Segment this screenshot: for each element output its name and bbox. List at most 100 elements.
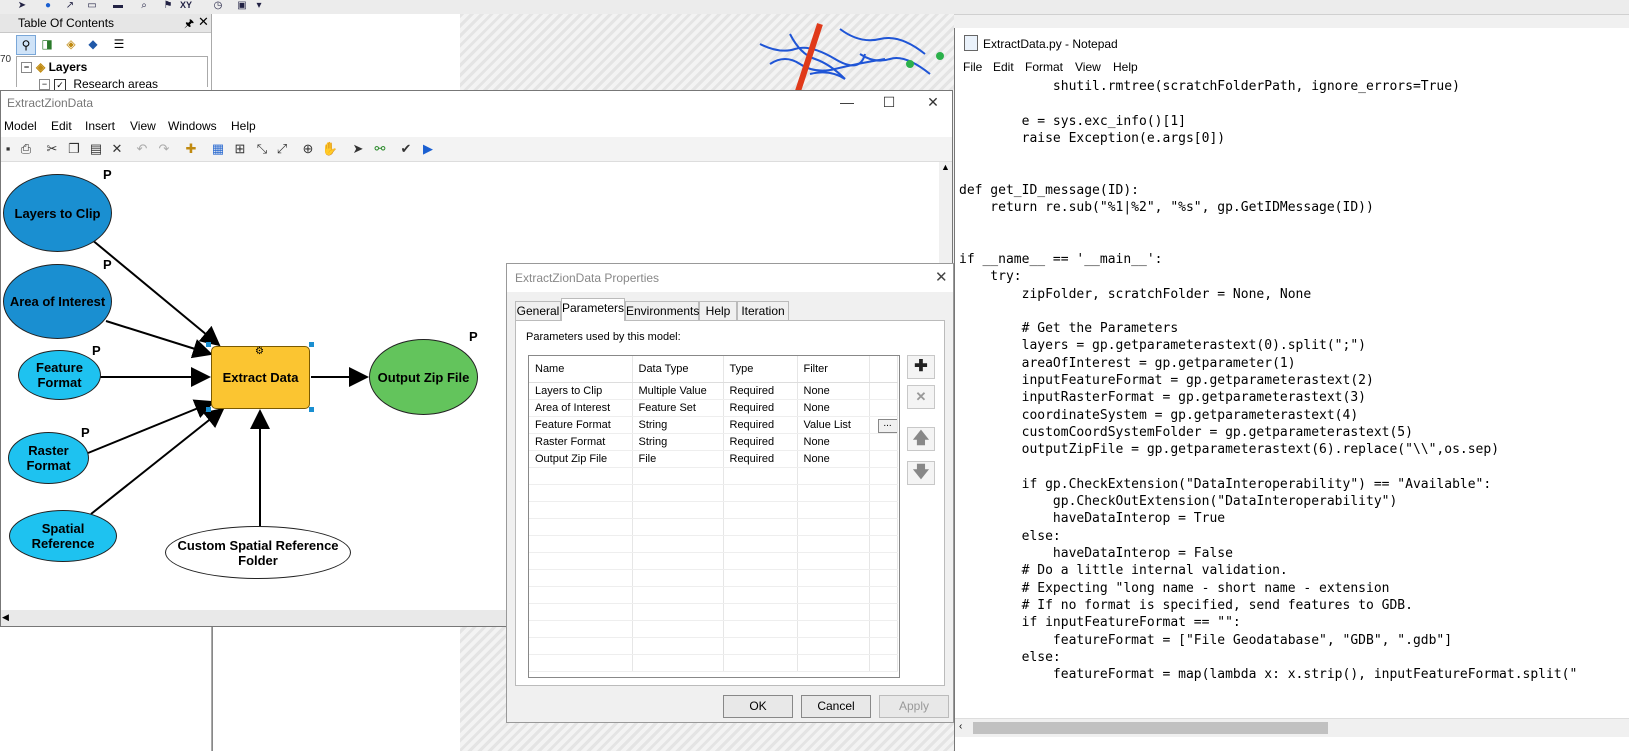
menu-view[interactable]: View — [1075, 60, 1101, 74]
cell-name[interactable]: Raster Format — [529, 433, 633, 451]
cell-name[interactable]: Output Zip File — [529, 450, 633, 468]
node-custom-spatial-reference-folder[interactable]: Custom Spatial Reference Folder — [165, 526, 351, 579]
collapse-icon[interactable]: − — [39, 79, 50, 91]
cell-name[interactable]: Feature Format — [529, 416, 633, 434]
info-icon[interactable]: ● — [42, 0, 54, 11]
run-icon[interactable]: ▶ — [419, 140, 437, 158]
close-icon[interactable]: ✕ — [935, 268, 948, 286]
menu-file[interactable]: File — [963, 60, 982, 74]
create-viewer-icon[interactable]: ▣ — [236, 0, 248, 11]
paste-icon[interactable]: ▤ — [87, 140, 105, 158]
cell-filter[interactable]: None — [797, 399, 870, 417]
menu-edit[interactable]: Edit — [51, 119, 72, 133]
node-layers-to-clip[interactable]: Layers to Clip — [3, 174, 112, 252]
ok-button[interactable]: OK — [723, 695, 793, 718]
notepad-horizontal-scrollbar[interactable]: ‹ — [955, 718, 1629, 737]
close-icon[interactable]: ✕ — [198, 14, 209, 30]
menu-windows[interactable]: Windows — [168, 119, 217, 133]
menu-model[interactable]: Model — [4, 119, 37, 133]
list-by-visibility-icon[interactable]: ◈ — [62, 35, 80, 53]
scroll-left-icon[interactable]: ‹ — [959, 721, 962, 732]
node-spatial-reference[interactable]: Spatial Reference — [9, 510, 117, 562]
auto-layout-icon[interactable]: ▦ — [209, 140, 227, 158]
options-icon[interactable]: ☰ — [110, 35, 128, 53]
list-by-selection-icon[interactable]: ◆ — [84, 35, 102, 53]
cell-data-type[interactable]: Feature Set — [632, 399, 724, 417]
copy-icon[interactable]: ❐ — [65, 140, 83, 158]
cell-data-type[interactable]: File — [632, 450, 724, 468]
menu-help[interactable]: Help — [1113, 60, 1138, 74]
measure-icon[interactable]: ▬ — [112, 0, 124, 11]
redo-icon[interactable]: ↷ — [155, 140, 173, 158]
menu-insert[interactable]: Insert — [85, 119, 115, 133]
find-icon[interactable]: ⌕ — [138, 0, 150, 11]
move-down-button[interactable]: 🡇 — [907, 461, 935, 485]
cell-type[interactable]: Required — [723, 433, 798, 451]
pan-icon[interactable]: ✋ — [321, 140, 339, 158]
column-header-filter[interactable]: Filter — [797, 356, 870, 383]
map-view-lower[interactable] — [212, 610, 461, 751]
cell-data-type[interactable]: String — [632, 433, 724, 451]
column-header-name[interactable]: Name — [529, 356, 633, 383]
cell-type[interactable]: Required — [723, 382, 798, 400]
cell-type[interactable]: Required — [723, 399, 798, 417]
selection-handle[interactable] — [206, 342, 211, 347]
connect-icon[interactable]: ⚯ — [371, 140, 389, 158]
column-header-data-type[interactable]: Data Type — [632, 356, 724, 383]
cell-filter[interactable]: None — [797, 382, 870, 400]
table-row[interactable]: Area of Interest Feature Set Required No… — [529, 399, 898, 417]
save-icon[interactable]: ▪ — [0, 140, 17, 158]
menu-help[interactable]: Help — [231, 119, 256, 133]
toolbar-dropdown-icon[interactable]: ▾ — [253, 0, 265, 11]
scroll-up-icon[interactable]: ▲ — [941, 162, 950, 172]
cell-filter[interactable]: None — [797, 450, 870, 468]
tab-iteration[interactable]: Iteration — [737, 301, 789, 320]
delete-icon[interactable]: ✕ — [108, 140, 126, 158]
column-header-type[interactable]: Type — [723, 356, 798, 383]
notepad-text-area[interactable]: shutil.rmtree(scratchFolderPath, ignore_… — [959, 78, 1629, 718]
add-parameter-button[interactable]: ✚ — [907, 355, 935, 379]
cell-name[interactable]: Layers to Clip — [529, 382, 633, 400]
table-row[interactable]: Output Zip File File Required None — [529, 450, 898, 468]
selection-handle[interactable] — [309, 407, 314, 412]
parameters-table[interactable]: Name Data Type Type Filter Layers to Cli… — [528, 355, 900, 678]
hyperlink-icon[interactable]: ↗ — [64, 0, 76, 11]
node-output-zip-file[interactable]: Output Zip File — [369, 339, 478, 415]
node-feature-format[interactable]: Feature Format — [18, 350, 101, 400]
selection-handle[interactable] — [206, 407, 211, 412]
menu-format[interactable]: Format — [1025, 60, 1063, 74]
cut-icon[interactable]: ✂ — [43, 140, 61, 158]
validate-icon[interactable]: ✔ — [397, 140, 415, 158]
tab-help[interactable]: Help — [699, 301, 737, 320]
tab-general[interactable]: General — [515, 301, 561, 320]
undo-icon[interactable]: ↶ — [133, 140, 151, 158]
cell-filter[interactable]: None — [797, 433, 870, 451]
full-extent-icon[interactable]: ⊞ — [231, 140, 249, 158]
select-icon[interactable]: ➤ — [349, 140, 367, 158]
route-icon[interactable]: ⚑ — [162, 0, 174, 11]
cell-type[interactable]: Required — [723, 416, 798, 434]
menu-edit[interactable]: Edit — [993, 60, 1014, 74]
selection-handle[interactable] — [309, 342, 314, 347]
list-by-drawing-order-icon[interactable]: ⚲ — [16, 35, 36, 55]
minimize-icon[interactable]: — — [829, 91, 865, 115]
tree-item-research-areas[interactable]: − ✓ Research areas — [39, 77, 158, 91]
table-row[interactable]: Feature Format String Required Value Lis… — [529, 416, 898, 434]
table-row[interactable]: Raster Format String Required None — [529, 433, 898, 451]
cell-data-type[interactable]: Multiple Value — [632, 382, 724, 400]
fixed-zoom-out-icon[interactable]: ⤢ — [273, 140, 291, 158]
list-by-source-icon[interactable]: ◨ — [38, 35, 56, 53]
select-arrow-icon[interactable]: ➤ — [16, 0, 28, 11]
fixed-zoom-in-icon[interactable]: ⤡ — [253, 140, 271, 158]
scrollbar-thumb[interactable] — [973, 722, 1328, 734]
add-data-icon[interactable]: ✚ — [182, 140, 200, 158]
scroll-left-icon[interactable]: ◀ — [2, 612, 9, 623]
time-slider-icon[interactable]: ◷ — [212, 0, 224, 11]
maximize-icon[interactable]: ☐ — [871, 91, 907, 115]
table-row[interactable]: Layers to Clip Multiple Value Required N… — [529, 382, 898, 400]
cell-filter[interactable]: Value List — [797, 416, 870, 434]
tab-parameters[interactable]: Parameters — [561, 298, 625, 321]
cell-type[interactable]: Required — [723, 450, 798, 468]
cancel-button[interactable]: Cancel — [801, 695, 871, 718]
print-icon[interactable]: ⎙ — [17, 140, 35, 158]
